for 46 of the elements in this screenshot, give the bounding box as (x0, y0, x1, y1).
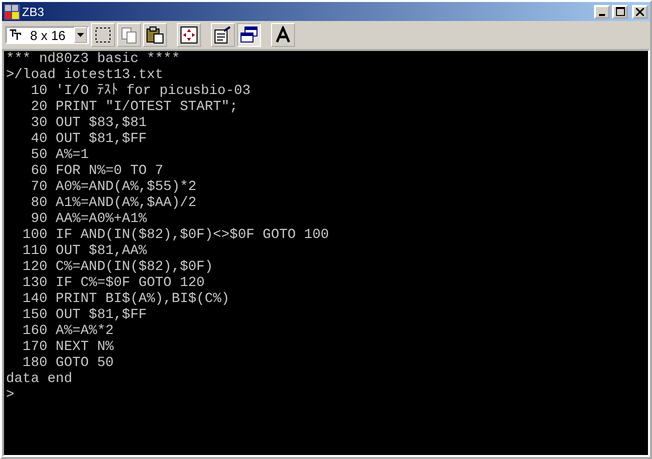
terminal-line: > (6, 388, 14, 404)
terminal-line: 90 AA%=A0%+A1% (30, 212, 147, 228)
maximize-button[interactable] (612, 4, 628, 18)
terminal-line: 30 OUT $83,$81 (30, 116, 147, 132)
terminal-line: 100 IF AND(IN($82),$0F)<>$0F GOTO 100 (22, 228, 329, 244)
font-size-value: 8 x 16 (30, 28, 66, 42)
paste-icon (146, 26, 164, 44)
font-icon (9, 28, 22, 42)
terminal-line: 140 PRINT BI$(A%),BI$(C%) (22, 292, 230, 308)
terminal-line: 70 A0%=AND(A%,$55)*2 (30, 180, 196, 196)
terminal-line: 60 FOR N%=0 TO 7 (30, 164, 164, 180)
terminal-line: data end (6, 372, 72, 388)
terminal-line: 10 'I/O ﾃｽﾄ for picusbio-03 (30, 84, 251, 100)
terminal-line: *** nd80z3 basic **** (6, 52, 180, 68)
terminal-line: 120 C%=AND(IN($82),$0F) (22, 260, 213, 276)
copy-icon (120, 26, 138, 44)
terminal-line: 110 OUT $81,AA% (22, 244, 147, 260)
terminal-line: 180 GOTO 50 (22, 356, 114, 372)
terminal-line: 80 A1%=AND(A%,$AA)/2 (30, 196, 196, 212)
font-size-dropdown[interactable]: 8 x 16 (5, 26, 89, 44)
terminal-line: 160 A%=A%*2 (22, 324, 114, 340)
terminal-line: 40 OUT $81,$FF (30, 132, 147, 148)
properties-button[interactable] (211, 23, 235, 47)
move-arrows-icon (180, 26, 198, 44)
minimize-icon (599, 14, 605, 16)
fit-button[interactable] (177, 23, 201, 47)
terminal-line: 170 NEXT N% (22, 340, 114, 356)
letter-a-icon (274, 26, 292, 44)
paste-button[interactable] (143, 23, 167, 47)
terminal-line: 150 OUT $81,$FF (22, 308, 147, 324)
properties-icon (214, 26, 232, 44)
window-title: ZB3 (22, 4, 44, 18)
window-button[interactable] (237, 23, 261, 47)
terminal-line: 130 IF C%=$0F GOTO 120 (22, 276, 205, 292)
select-button[interactable] (91, 23, 115, 47)
dashed-rectangle-icon (94, 26, 112, 44)
terminal-line: >/load iotest13.txt (6, 68, 164, 83)
close-button[interactable] (632, 4, 648, 18)
app-icon (4, 4, 20, 20)
font-button[interactable] (271, 23, 295, 47)
windows-icon (240, 26, 258, 44)
close-icon (636, 8, 644, 16)
terminal-line: 20 PRINT "I/OTEST START"; (30, 100, 238, 116)
terminal-line: 50 A%=1 (30, 148, 89, 164)
minimize-button[interactable] (594, 4, 610, 18)
maximize-icon (616, 7, 624, 16)
